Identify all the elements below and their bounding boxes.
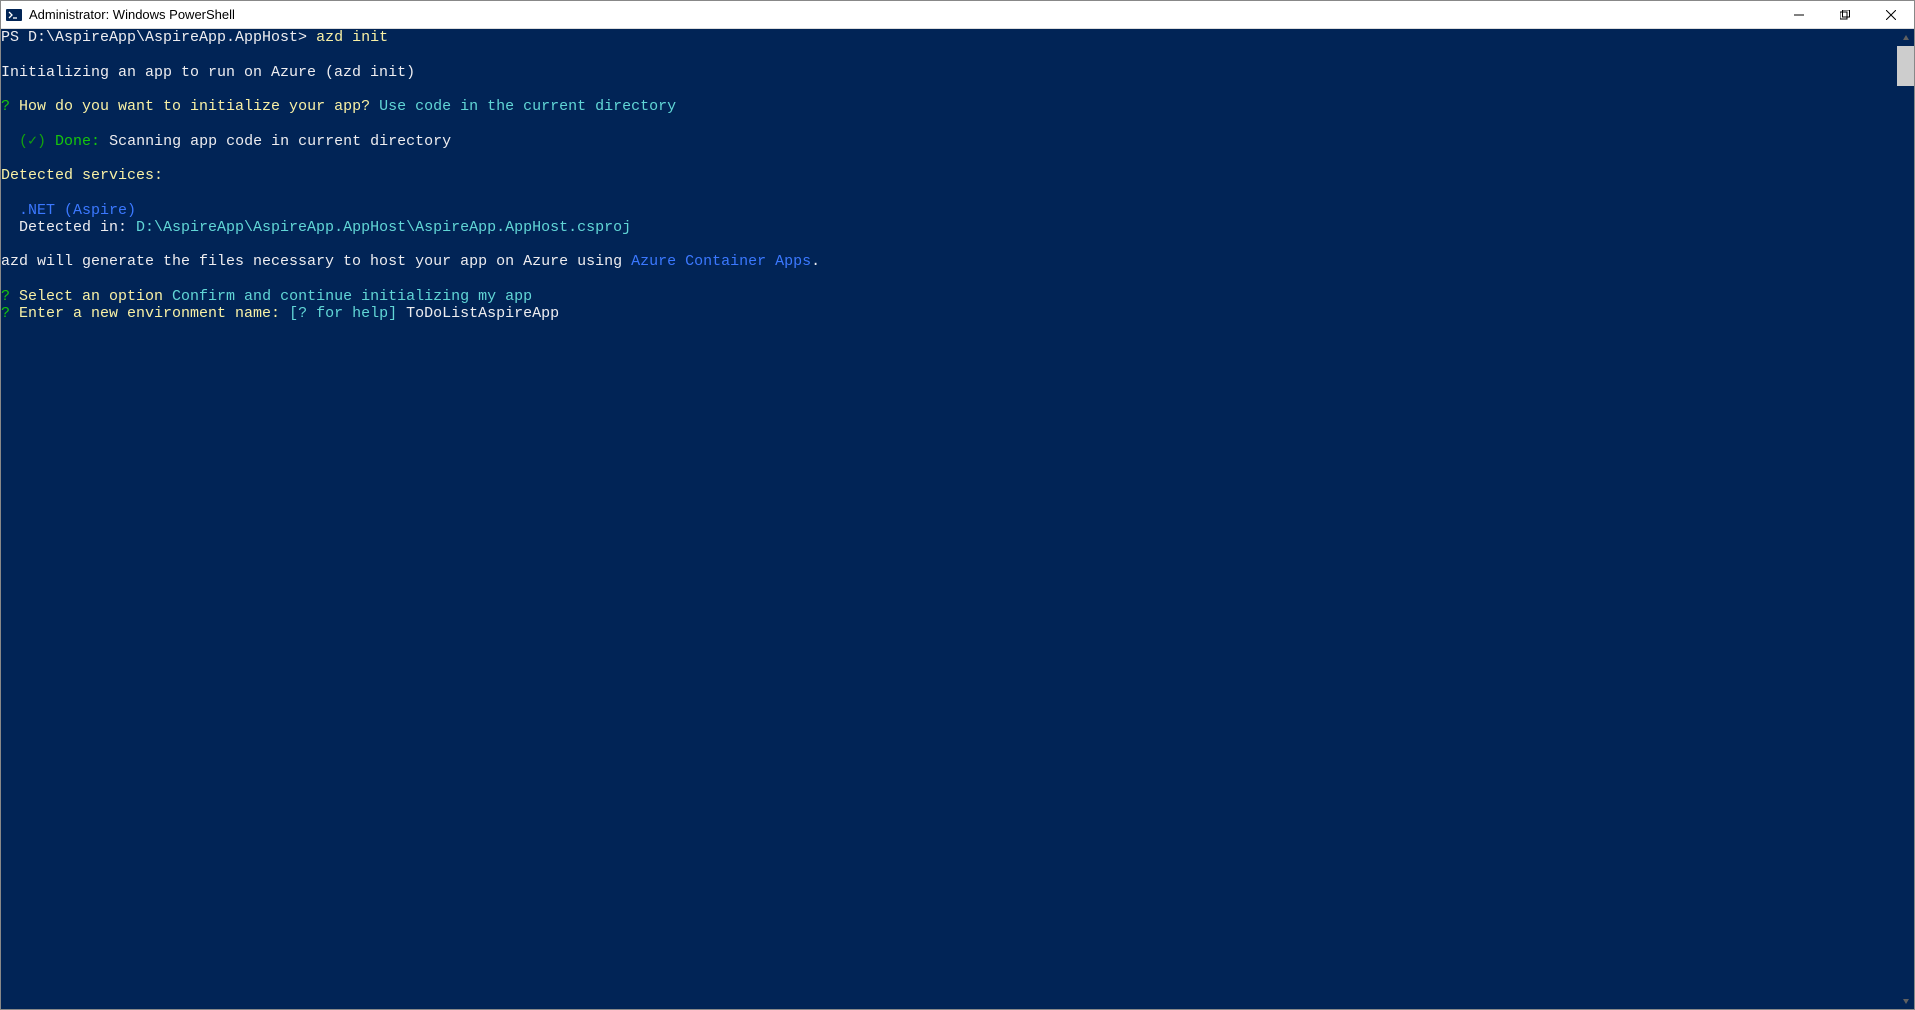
question-marker: ? (1, 288, 10, 305)
help-hint: [? for help] (280, 305, 397, 322)
terminal-area: PS D:\AspireApp\AspireApp.AppHost> azd i… (1, 29, 1914, 1009)
window-controls (1776, 1, 1914, 28)
question-text: Enter a new environment name: (10, 305, 280, 322)
terminal[interactable]: PS D:\AspireApp\AspireApp.AppHost> azd i… (1, 29, 1897, 1009)
powershell-icon (5, 6, 23, 24)
detected-in-label: Detected in: (1, 219, 136, 236)
user-input: ToDoListAspireApp (397, 305, 559, 322)
detected-header: Detected services: (1, 167, 163, 184)
window-title: Administrator: Windows PowerShell (29, 7, 1776, 22)
answer-text: Use code in the current directory (370, 98, 676, 115)
question-text: Select an option (10, 288, 163, 305)
scrollbar[interactable] (1897, 29, 1914, 1009)
scroll-down-button[interactable] (1897, 992, 1914, 1009)
question-marker: ? (1, 98, 10, 115)
powershell-window: Administrator: Windows PowerShell PS D:\… (0, 0, 1915, 1010)
generate-text: azd will generate the files necessary to… (1, 253, 631, 270)
scroll-thumb[interactable] (1897, 46, 1914, 86)
detected-in-path: D:\AspireApp\AspireApp.AppHost\AspireApp… (136, 219, 631, 236)
blank-line (1, 236, 1897, 253)
maximize-button[interactable] (1822, 1, 1868, 28)
prompt: PS D:\AspireApp\AspireApp.AppHost> (1, 29, 316, 46)
done-text: Scanning app code in current directory (100, 133, 451, 150)
service-name: .NET (Aspire) (1, 202, 136, 219)
blank-line (1, 115, 1897, 132)
blank-line (1, 271, 1897, 288)
question-marker: ? (1, 305, 10, 322)
titlebar[interactable]: Administrator: Windows PowerShell (1, 1, 1914, 29)
init-header: Initializing an app to run on Azure (azd… (1, 64, 415, 81)
close-button[interactable] (1868, 1, 1914, 28)
generate-text-end: . (811, 253, 820, 270)
minimize-button[interactable] (1776, 1, 1822, 28)
scroll-up-button[interactable] (1897, 29, 1914, 46)
question-text: How do you want to initialize your app? (10, 98, 370, 115)
blank-line (1, 184, 1897, 201)
blank-line (1, 81, 1897, 98)
generate-link: Azure Container Apps (631, 253, 811, 270)
blank-line (1, 150, 1897, 167)
answer-text: Confirm and continue initializing my app (163, 288, 532, 305)
done-time: (✓) (1, 133, 55, 150)
blank-line (1, 46, 1897, 63)
done-label: Done: (55, 133, 100, 150)
command-text: azd init (316, 29, 388, 46)
